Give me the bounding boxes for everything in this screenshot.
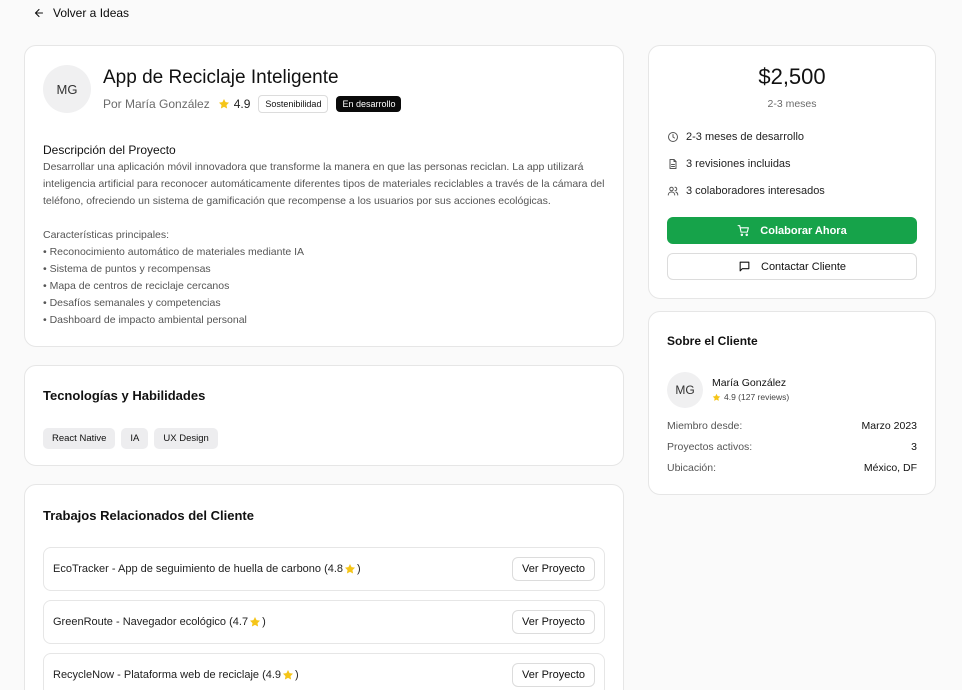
feature-item: • Sistema de puntos y recompensas	[43, 263, 211, 275]
contact-client-button-label: Contactar Cliente	[761, 260, 846, 273]
info-revisions-text: 3 revisiones incluidas	[686, 158, 791, 170]
project-author: Por María González	[103, 97, 210, 111]
description-text: Desarrollar una aplicación móvil innovad…	[43, 161, 605, 207]
tech-tag: IA	[121, 428, 149, 449]
project-meta: Por María González 4.9 Sostenibilidad En…	[103, 95, 402, 113]
message-icon	[739, 261, 750, 272]
detail-value: Marzo 2023	[861, 420, 917, 432]
detail-key: Ubicación:	[667, 462, 717, 474]
back-link-label: Volver a Ideas	[53, 6, 130, 20]
features-title: Características principales:	[43, 229, 170, 241]
star-icon	[283, 670, 294, 680]
client-rating: 4.9 (127 reviews)	[712, 392, 789, 402]
detail-value: 3	[911, 441, 917, 453]
client-name: María González	[712, 377, 787, 389]
client-location: Ubicación: México, DF	[667, 462, 917, 474]
clock-icon	[668, 132, 678, 142]
technologies-card: Tecnologías y Habilidades React Native I…	[24, 365, 624, 466]
arrow-left-icon	[34, 8, 44, 18]
info-duration-text: 2-3 meses de desarrollo	[686, 131, 805, 143]
star-icon	[712, 393, 721, 401]
collaborate-button-label: Colaborar Ahora	[760, 224, 847, 237]
related-item-label: EcoTracker - App de seguimiento de huell…	[53, 563, 361, 575]
related-item-name: EcoTracker - App de seguimiento de huell…	[53, 563, 344, 575]
info-revisions: 3 revisiones incluidas	[667, 158, 791, 170]
related-item-suffix: )	[295, 669, 299, 681]
document-icon	[669, 159, 677, 169]
pricing-card: $2,500 2-3 meses 2-3 meses de desarrollo…	[648, 45, 936, 299]
related-item-suffix: )	[357, 563, 361, 575]
description-title: Descripción del Proyecto	[43, 143, 176, 157]
tech-tag: UX Design	[154, 428, 218, 449]
project-rating: 4.9	[218, 97, 251, 111]
detail-key: Proyectos activos:	[667, 441, 753, 453]
star-icon	[345, 564, 356, 574]
related-works-title: Trabajos Relacionados del Cliente	[43, 508, 254, 523]
related-item-label: RecycleNow - Plataforma web de reciclaje…	[53, 669, 299, 681]
client-active-projects: Proyectos activos: 3	[667, 441, 917, 453]
related-item-label: GreenRoute - Navegador ecológico (4.7 )	[53, 616, 266, 628]
collaborate-button[interactable]: Colaborar Ahora	[667, 217, 917, 244]
category-badge: Sostenibilidad	[258, 95, 329, 113]
project-card: MG App de Reciclaje Inteligente Por Marí…	[24, 45, 624, 347]
client-section-title: Sobre el Cliente	[667, 334, 758, 348]
back-to-ideas-link[interactable]: Volver a Ideas	[33, 6, 129, 20]
cart-icon	[737, 225, 750, 237]
view-project-button[interactable]: Ver Proyecto	[512, 610, 595, 634]
star-icon	[250, 617, 261, 627]
client-rating-text: 4.9 (127 reviews)	[724, 392, 790, 402]
feature-item: • Mapa de centros de reciclaje cercanos	[43, 280, 230, 292]
contact-client-button[interactable]: Contactar Cliente	[667, 253, 917, 280]
related-item-name: GreenRoute - Navegador ecológico (4.7	[53, 616, 249, 628]
project-title: App de Reciclaje Inteligente	[103, 67, 339, 88]
feature-item: • Reconocimiento automático de materiale…	[43, 246, 305, 258]
related-item: EcoTracker - App de seguimiento de huell…	[43, 547, 605, 591]
price-duration: 2-3 meses	[767, 98, 817, 110]
view-project-button[interactable]: Ver Proyecto	[512, 557, 595, 581]
view-project-button[interactable]: Ver Proyecto	[512, 663, 595, 687]
tech-tag: React Native	[43, 428, 116, 449]
related-item: RecycleNow - Plataforma web de reciclaje…	[43, 653, 605, 690]
project-author-avatar: MG	[43, 65, 91, 113]
description-body: Desarrollar una aplicación móvil innovad…	[43, 159, 609, 329]
detail-value: México, DF	[863, 462, 917, 474]
related-item-name: RecycleNow - Plataforma web de reciclaje…	[53, 669, 282, 681]
project-rating-value: 4.9	[233, 97, 251, 111]
detail-key: Miembro desde:	[667, 420, 743, 432]
info-collaborators: 3 colaboradores interesados	[667, 185, 825, 197]
tech-tags: React Native IA UX Design	[43, 428, 218, 449]
star-icon	[218, 99, 229, 109]
technologies-title: Tecnologías y Habilidades	[43, 388, 206, 403]
info-collaborators-text: 3 colaboradores interesados	[686, 185, 825, 197]
client-avatar: MG	[667, 372, 703, 408]
price: $2,500	[758, 64, 826, 89]
related-item: GreenRoute - Navegador ecológico (4.7 ) …	[43, 600, 605, 644]
related-item-suffix: )	[262, 616, 266, 628]
client-member-since: Miembro desde: Marzo 2023	[667, 420, 917, 432]
feature-item: • Dashboard de impacto ambiental persona…	[43, 314, 247, 326]
users-icon	[667, 186, 679, 196]
info-duration: 2-3 meses de desarrollo	[667, 131, 804, 143]
related-works-card: Trabajos Relacionados del Cliente EcoTra…	[24, 484, 624, 690]
feature-item: • Desafíos semanales y competencias	[43, 297, 221, 309]
client-card: Sobre el Cliente MG María González 4.9 (…	[648, 311, 936, 495]
status-badge: En desarrollo	[336, 96, 402, 112]
features-list: Características principales: • Reconocim…	[43, 227, 609, 329]
